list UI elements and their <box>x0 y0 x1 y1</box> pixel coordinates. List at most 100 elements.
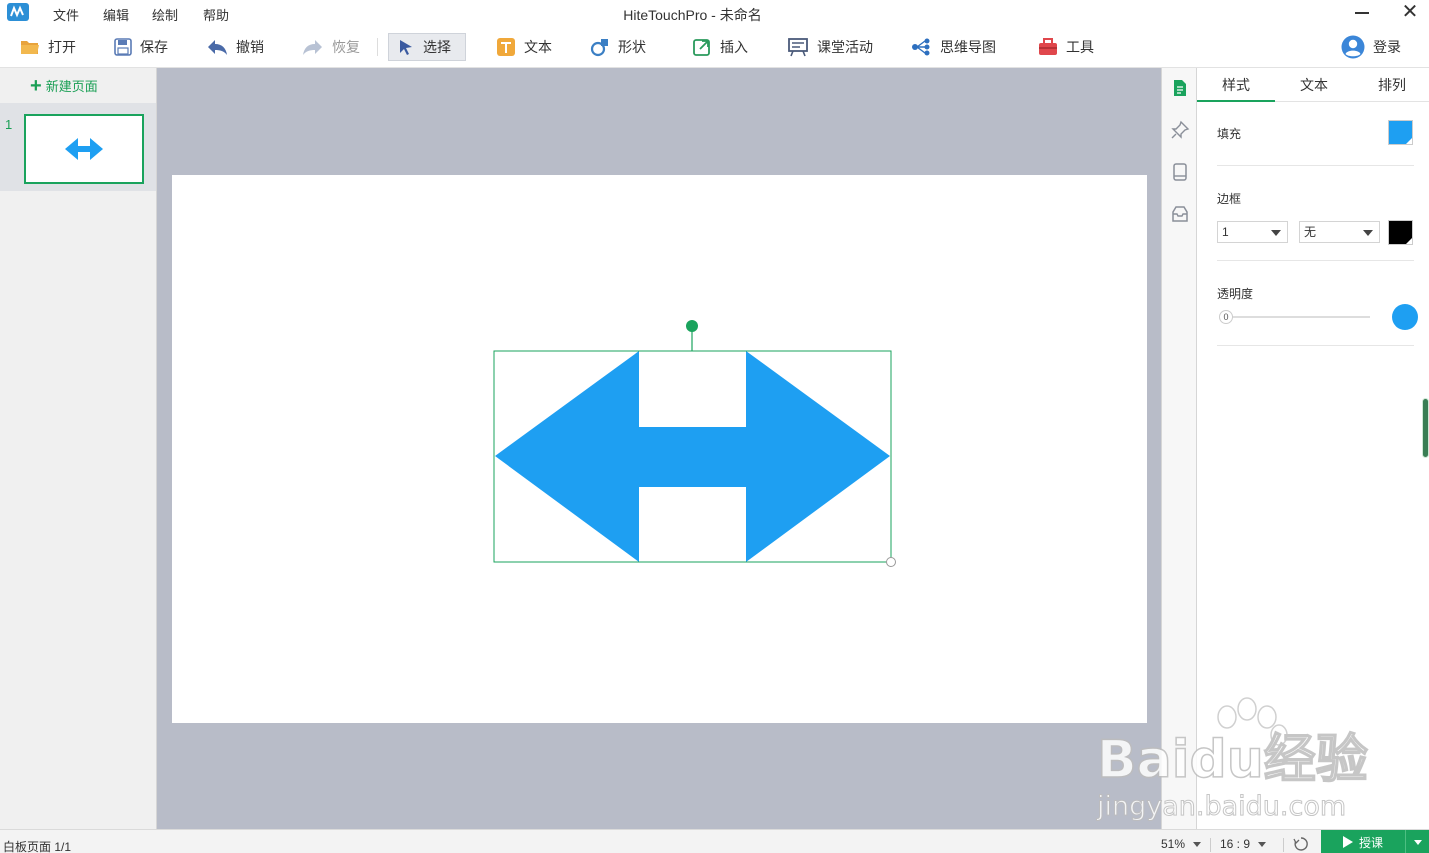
start-teaching-button[interactable]: 授课 <box>1321 830 1429 853</box>
border-width-select[interactable]: 1 <box>1217 221 1288 243</box>
watermark-brand: Baidu经验 <box>1097 730 1368 790</box>
shapes-icon <box>590 39 608 57</box>
page-number: 1 <box>5 117 13 132</box>
new-page-button[interactable]: + 新建页面 <box>30 74 98 97</box>
opacity-slider-track[interactable] <box>1227 316 1370 318</box>
properties-doc-icon[interactable] <box>1170 78 1190 98</box>
chevron-down-icon <box>1193 842 1202 848</box>
login-button[interactable]: 登录 <box>1341 33 1401 61</box>
archive-box-icon[interactable] <box>1170 204 1190 224</box>
zoom-select[interactable]: 51% <box>1161 837 1202 851</box>
page-status: 白板页面 1/1 <box>3 840 72 853</box>
property-tabs: 样式 文本 排列 <box>1197 68 1429 102</box>
minimize-button[interactable] <box>1352 2 1374 22</box>
text-tool-button[interactable]: 文本 <box>496 34 552 60</box>
insert-icon <box>693 39 710 56</box>
border-label: 边框 <box>1217 192 1242 206</box>
border-style-value: 无 <box>1304 225 1317 239</box>
shape-label: 形状 <box>618 39 646 55</box>
selected-shape[interactable] <box>493 319 901 569</box>
border-width-value: 1 <box>1222 225 1229 239</box>
insert-label: 插入 <box>720 39 748 55</box>
border-color-swatch[interactable] <box>1388 220 1413 245</box>
text-t-icon <box>497 38 515 56</box>
status-divider <box>1283 838 1284 852</box>
mind-map-button[interactable]: 思维导图 <box>910 34 996 60</box>
book-icon[interactable] <box>1170 162 1190 182</box>
redo-icon <box>303 40 322 55</box>
opacity-label: 透明度 <box>1217 287 1254 301</box>
close-button[interactable]: ✕ <box>1399 2 1421 22</box>
save-label: 保存 <box>140 39 168 55</box>
title-bar: 文件 编辑 绘制 帮助 HiteTouchPro - 未命名 ✕ <box>0 0 1429 26</box>
fill-color-swatch[interactable] <box>1388 120 1413 145</box>
mind-map-label: 思维导图 <box>940 39 996 55</box>
whiteboard[interactable] <box>172 175 1147 723</box>
zoom-value: 51% <box>1161 837 1186 851</box>
watermark-url: jingyan.baidu.com <box>1096 791 1346 822</box>
status-divider <box>1210 838 1211 852</box>
divider <box>1217 345 1414 346</box>
opacity-preview-swatch <box>1392 304 1418 330</box>
plus-icon: + <box>30 74 42 97</box>
class-activity-label: 课堂活动 <box>817 39 873 55</box>
window-title: HiteTouchPro - 未命名 <box>623 7 762 23</box>
open-label: 打开 <box>48 39 76 55</box>
redo-button[interactable]: 恢复 <box>302 34 360 60</box>
ratio-value: 16 : 9 <box>1220 837 1251 851</box>
tab-style[interactable]: 样式 <box>1197 68 1275 102</box>
teach-dropdown[interactable] <box>1405 830 1429 853</box>
toolbar-divider <box>377 38 378 56</box>
undo-icon <box>208 40 227 55</box>
baidu-watermark: Baidu经验 jingyan.baidu.com <box>1096 697 1369 823</box>
play-icon <box>1343 836 1353 848</box>
text-label: 文本 <box>524 39 552 55</box>
page-thumbnail[interactable] <box>24 114 144 184</box>
user-avatar-icon <box>1341 35 1365 59</box>
undo-button[interactable]: 撤销 <box>206 34 264 60</box>
canvas-area <box>157 68 1161 829</box>
fill-label: 填充 <box>1217 127 1242 141</box>
mind-map-icon <box>912 38 930 56</box>
select-label: 选择 <box>423 39 451 55</box>
floppy-icon <box>114 38 132 56</box>
save-button[interactable]: 保存 <box>114 34 168 60</box>
new-page-label: 新建页面 <box>45 79 98 94</box>
tab-text[interactable]: 文本 <box>1275 68 1353 102</box>
shape-tool-button[interactable]: 形状 <box>590 34 646 60</box>
easel-icon <box>788 38 808 57</box>
opacity-slider-knob[interactable]: 0 <box>1219 310 1233 324</box>
teach-label: 授课 <box>1359 835 1384 850</box>
divider <box>1217 260 1414 261</box>
insert-tool-button[interactable]: 插入 <box>692 34 748 60</box>
double-arrow-shape[interactable] <box>495 351 890 562</box>
status-bar: 白板页面 1/1 51% 16 : 9 授课 <box>0 829 1429 853</box>
undo-label: 撤销 <box>236 39 264 55</box>
toolbox-icon <box>1039 38 1057 55</box>
chevron-down-icon <box>1271 230 1281 236</box>
open-button[interactable]: 打开 <box>20 34 76 60</box>
panel-scrollbar[interactable] <box>1422 398 1429 458</box>
resize-handle[interactable] <box>886 557 896 567</box>
border-style-select[interactable]: 无 <box>1299 221 1380 243</box>
chevron-down-icon <box>1258 842 1267 848</box>
chevron-down-icon <box>1363 230 1373 236</box>
folder-icon <box>21 41 39 54</box>
tools-button[interactable]: 工具 <box>1038 34 1094 60</box>
tools-label: 工具 <box>1066 39 1094 55</box>
aspect-ratio-select[interactable]: 16 : 9 <box>1220 837 1267 851</box>
redo-label: 恢复 <box>332 39 360 55</box>
fit-screen-icon[interactable] <box>1293 836 1309 852</box>
select-tool-button[interactable]: 选择 <box>388 33 466 61</box>
rotate-handle[interactable] <box>686 320 698 332</box>
cursor-arrow-icon <box>400 40 412 55</box>
class-activity-button[interactable]: 课堂活动 <box>787 34 873 60</box>
divider <box>1217 165 1414 166</box>
thumbnail-arrow-shape <box>65 138 103 160</box>
pin-icon[interactable] <box>1170 120 1190 140</box>
page-panel: + 新建页面 1 <box>0 68 157 829</box>
tab-arrange[interactable]: 排列 <box>1353 68 1429 102</box>
page-list-item[interactable]: 1 <box>0 103 156 191</box>
login-label: 登录 <box>1373 39 1401 55</box>
main-toolbar: 打开 保存 撤销 恢复 选择 文本 形状 插入 课堂活动 思维导图 工具 登录 <box>0 26 1429 68</box>
